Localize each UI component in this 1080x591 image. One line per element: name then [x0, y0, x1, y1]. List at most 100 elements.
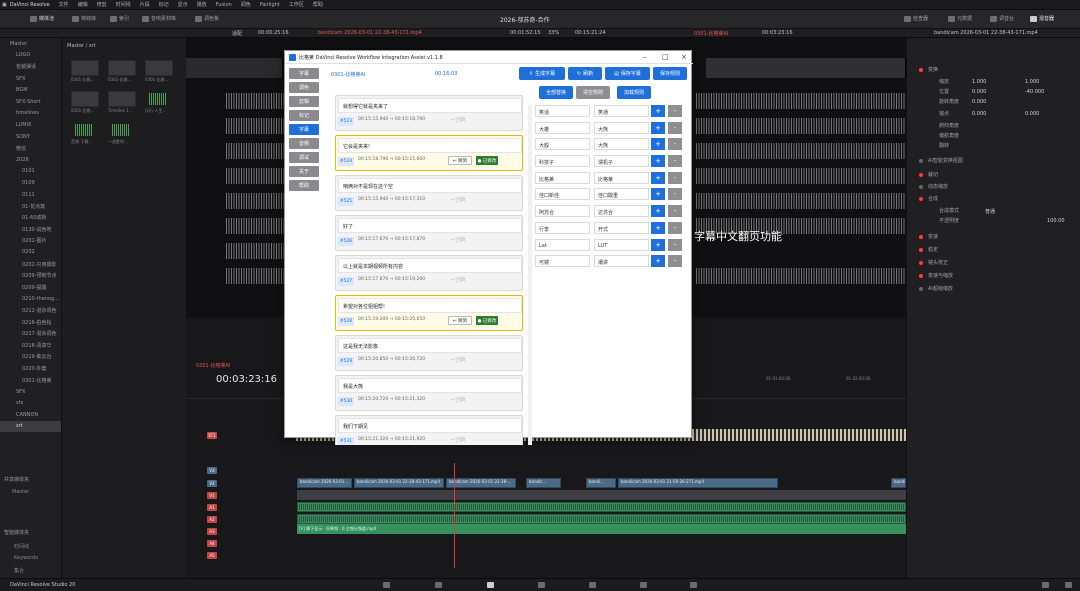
subtitle-text-field[interactable]: 这是我无法影像 — [338, 338, 522, 353]
bin-item[interactable]: 0202 — [0, 247, 61, 259]
insp-transform[interactable]: 变换 — [919, 64, 1079, 75]
add-rule-button[interactable]: + — [651, 171, 665, 184]
rule-replace-field[interactable]: 潮讲 — [594, 255, 649, 268]
bin-item[interactable]: 0201-图片 — [0, 235, 61, 247]
add-rule-button[interactable]: + — [651, 205, 665, 218]
media-thumb[interactable] — [108, 60, 136, 76]
audio-thumb[interactable] — [145, 91, 173, 107]
generate-subs-button[interactable]: ⇪ 生成字幕 — [519, 67, 565, 80]
rule-replace-field[interactable]: 大熊 — [594, 121, 649, 134]
refresh-button[interactable]: ↻ 刷新 — [568, 67, 602, 80]
shared-master[interactable]: Master — [12, 489, 29, 495]
bin-item[interactable]: Master — [0, 38, 61, 50]
insp-speed[interactable]: 变速 — [919, 231, 1079, 242]
insp-superscale[interactable]: AI超级缩放 — [919, 283, 1079, 294]
add-rule-button[interactable]: + — [651, 155, 665, 168]
opacity-value[interactable]: 100.00 — [1047, 218, 1065, 224]
rule-find-field[interactable]: 佳口新佳 — [535, 188, 590, 201]
bin-item[interactable]: 0209-预制节点 — [0, 270, 61, 282]
rule-replace-field[interactable]: 达苏合 — [594, 205, 649, 218]
remove-rule-button[interactable]: - — [668, 171, 682, 184]
subtitle-scrollbar[interactable] — [528, 105, 532, 445]
media-thumb[interactable] — [145, 60, 173, 76]
bin-item[interactable]: 0202-只用摄影 — [0, 258, 61, 270]
video-clip[interactable]: bandicam 2026-03-01 22-38-43-171.mp4 — [354, 478, 444, 488]
menu-item[interactable]: 片段 — [140, 1, 150, 8]
media-page-icon[interactable] — [383, 582, 390, 588]
video-clip[interactable]: bandicam 2026-03-01 21-50-26-271.mp4 — [618, 478, 778, 488]
side-nav-item[interactable]: 帮助 — [289, 180, 319, 191]
remove-rule-button[interactable]: - — [668, 255, 682, 268]
add-rule-button[interactable]: + — [651, 238, 665, 251]
menu-item[interactable]: 帮助 — [313, 1, 323, 8]
fusion-page-icon[interactable] — [538, 582, 545, 588]
insp-ai-transform[interactable]: AI智能变换抠图 — [919, 155, 1079, 166]
bin-item[interactable]: 01-花点篇 — [0, 200, 61, 212]
smart-bin-item[interactable]: Keywords — [14, 555, 38, 561]
bin-item[interactable]: 微信 — [0, 142, 61, 154]
settings-icon[interactable] — [1065, 582, 1072, 588]
bin-item[interactable]: timelines — [0, 108, 61, 120]
rule-find-field[interactable]: 行李 — [535, 221, 590, 234]
track-label[interactable]: A2 — [207, 516, 217, 523]
menu-item[interactable]: 文件 — [59, 1, 69, 8]
side-nav-item[interactable]: 调试 — [289, 152, 319, 163]
save-rules-button[interactable]: 保存规则 — [653, 67, 687, 80]
video-clip[interactable]: bandicam 2026-03-01 22-38-... — [446, 478, 516, 488]
clear-rules-button[interactable]: 清空规则 — [576, 86, 610, 99]
side-nav-item-active[interactable]: 字幕 — [289, 124, 319, 135]
mixer-toggle[interactable]: 调音台 — [990, 15, 1014, 22]
bin-item[interactable]: SFX-Short — [0, 96, 61, 108]
pos-x-value[interactable]: 0.000 — [972, 89, 986, 95]
bin-item[interactable]: 0111 — [0, 189, 61, 201]
track-label[interactable]: ST1 — [207, 432, 217, 439]
bin-item[interactable]: sfx — [0, 397, 61, 409]
add-rule-button[interactable]: + — [651, 138, 665, 151]
side-nav-item[interactable]: 剪辑 — [289, 96, 319, 107]
insp-dynamic-zoom[interactable]: 动态缩放 — [919, 181, 1079, 192]
subtitle-text-field[interactable]: 它会是夹来! — [338, 138, 522, 153]
anchor-y-value[interactable]: 0.000 — [1025, 111, 1039, 117]
bin-item[interactable]: 2026 — [0, 154, 61, 166]
menu-item[interactable]: 编辑 — [78, 1, 88, 8]
rule-find-field[interactable]: 大雄 — [535, 121, 590, 134]
side-nav-item[interactable]: 字幕 — [289, 68, 319, 79]
menu-item[interactable]: Fairlight — [260, 2, 280, 8]
comp-mode-value[interactable]: 普通 — [985, 208, 995, 215]
bin-item[interactable]: 0130-说色地 — [0, 224, 61, 236]
app-name[interactable]: DaVinci Resolve — [10, 2, 50, 8]
sound-library-button[interactable]: 音响素材库 — [142, 15, 176, 22]
add-rule-button[interactable]: + — [651, 255, 665, 268]
audio-clip[interactable] — [297, 514, 906, 524]
fairlight-page-icon[interactable] — [640, 582, 647, 588]
remove-rule-button[interactable]: - — [668, 188, 682, 201]
zoom-x-value[interactable]: 1.000 — [972, 79, 986, 85]
remove-rule-button[interactable]: - — [668, 138, 682, 151]
remove-rule-button[interactable]: - — [668, 221, 682, 234]
video-clip[interactable]: bandic... — [526, 478, 561, 488]
color-page-icon[interactable] — [589, 582, 596, 588]
add-rule-button[interactable]: + — [651, 105, 665, 117]
source-clip-name[interactable]: bandicam 2026-03-01 22-38-43-171.mp4 — [318, 30, 422, 36]
media-thumb[interactable] — [108, 91, 136, 107]
minimize-icon[interactable]: – — [643, 53, 647, 61]
jump-button[interactable]: ↩ 跳到 — [448, 316, 472, 325]
insp-crop[interactable]: 裁切 — [919, 169, 1079, 180]
menu-item[interactable]: 显示 — [178, 1, 188, 8]
edit-page-icon[interactable] — [487, 582, 494, 588]
remove-rule-button[interactable]: - — [668, 205, 682, 218]
inspector-toggle[interactable]: 检查器 — [904, 15, 928, 22]
bin-item[interactable]: LUMIX — [0, 119, 61, 131]
track-label[interactable]: A5 — [207, 552, 217, 559]
bin-item[interactable]: 0219-紫云台 — [0, 351, 61, 363]
bin-item[interactable]: 0220-外套 — [0, 363, 61, 375]
bin-item[interactable]: 0301-比格莱 — [0, 374, 61, 386]
maximize-icon[interactable]: □ — [662, 53, 669, 61]
track-label[interactable]: V1 — [207, 492, 217, 499]
insp-retime[interactable]: 变速与缩放 — [919, 270, 1079, 281]
audio-thumb[interactable] — [108, 122, 136, 138]
rule-replace-field[interactable]: 谓机子 — [594, 155, 649, 168]
track-label[interactable]: A3 — [207, 528, 217, 535]
rule-find-field[interactable]: 笑话 — [535, 105, 590, 117]
viewer-zoom[interactable]: 33% — [548, 30, 559, 36]
